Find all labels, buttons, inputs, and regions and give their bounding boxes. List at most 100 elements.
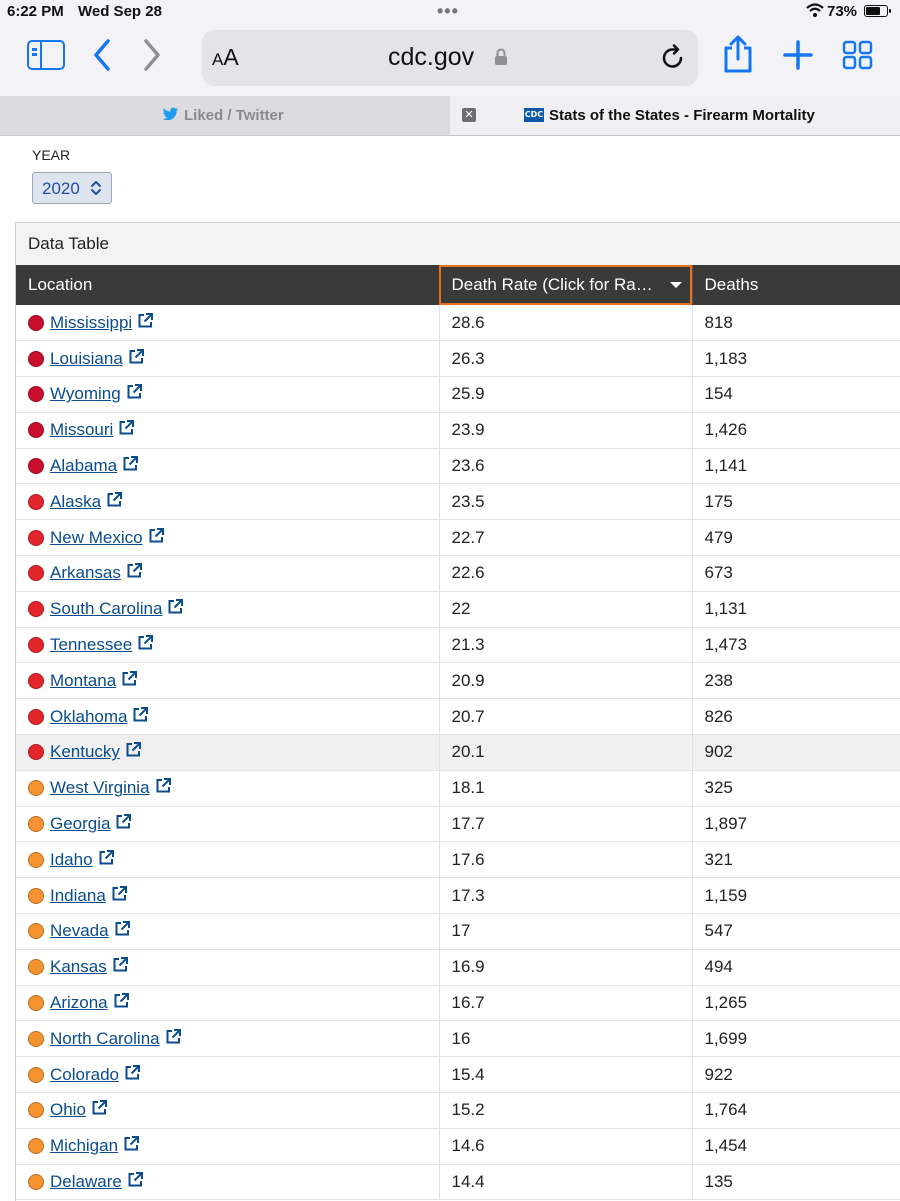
- location-link[interactable]: Arkansas: [50, 563, 121, 582]
- reload-icon[interactable]: [660, 43, 686, 76]
- year-filter-label: YEAR: [32, 147, 71, 163]
- location-link[interactable]: Ohio: [50, 1100, 86, 1119]
- location-link[interactable]: New Mexico: [50, 528, 143, 547]
- location-link[interactable]: Mississippi: [50, 313, 132, 332]
- cell-deaths: 479: [691, 519, 900, 557]
- cell-location: Georgia: [16, 806, 439, 843]
- data-table: Location Death Rate (Click for Ra… Death…: [16, 265, 900, 1201]
- external-link-icon[interactable]: [126, 383, 143, 405]
- cell-location: Oklahoma: [16, 698, 439, 736]
- tab-strip: Liked / Twitter ✕ CDC Stats of the State…: [0, 96, 900, 136]
- forward-button[interactable]: [142, 38, 162, 77]
- external-link-icon[interactable]: [114, 920, 131, 942]
- tab-twitter[interactable]: Liked / Twitter: [0, 96, 450, 135]
- external-link-icon[interactable]: [123, 1135, 140, 1157]
- external-link-icon[interactable]: [128, 348, 145, 370]
- cell-death-rate: 17.3: [438, 877, 692, 915]
- external-link-icon[interactable]: [112, 956, 129, 978]
- external-link-icon[interactable]: [106, 491, 123, 513]
- location-link[interactable]: Delaware: [50, 1172, 122, 1191]
- table-row: Oklahoma 20.7 826: [16, 698, 900, 736]
- rate-legend-dot-icon: [28, 1102, 44, 1119]
- column-header-location[interactable]: Location: [16, 265, 439, 305]
- external-link-icon[interactable]: [91, 1099, 108, 1121]
- external-link-icon[interactable]: [121, 670, 138, 692]
- location-link[interactable]: Nevada: [50, 921, 109, 940]
- address-bar[interactable]: AA cdc.gov: [202, 30, 698, 86]
- location-link[interactable]: Kansas: [50, 957, 107, 976]
- cell-location: Mississippi: [16, 305, 439, 342]
- table-row: Arizona 16.7 1,265: [16, 985, 900, 1022]
- location-link[interactable]: Louisiana: [50, 349, 123, 368]
- external-link-icon[interactable]: [137, 634, 154, 656]
- cell-deaths: 1,699: [691, 1020, 900, 1058]
- table-row: Louisiana 26.3 1,183: [16, 340, 900, 378]
- column-header-deaths[interactable]: Deaths: [691, 265, 900, 305]
- location-link[interactable]: North Carolina: [50, 1029, 160, 1048]
- new-tab-icon[interactable]: [783, 40, 813, 75]
- external-link-icon[interactable]: [113, 992, 130, 1014]
- share-icon[interactable]: [722, 34, 754, 79]
- external-link-icon[interactable]: [118, 419, 135, 441]
- location-link[interactable]: Alaska: [50, 492, 101, 511]
- table-row: Delaware 14.4 135: [16, 1164, 900, 1201]
- table-row: New Mexico 22.7 479: [16, 519, 900, 557]
- cell-death-rate: 16.7: [438, 985, 692, 1022]
- external-link-icon[interactable]: [126, 562, 143, 584]
- location-link[interactable]: Kentucky: [50, 742, 120, 761]
- location-link[interactable]: Oklahoma: [50, 707, 127, 726]
- table-row: Alabama 23.6 1,141: [16, 448, 900, 485]
- location-link[interactable]: Colorado: [50, 1065, 119, 1084]
- cell-death-rate: 22.6: [438, 555, 692, 592]
- external-link-icon[interactable]: [111, 885, 128, 907]
- external-link-icon[interactable]: [132, 706, 149, 728]
- external-link-icon[interactable]: [137, 312, 154, 334]
- cell-death-rate: 17: [438, 913, 692, 950]
- location-link[interactable]: West Virginia: [50, 778, 150, 797]
- external-link-icon[interactable]: [122, 455, 139, 477]
- location-link[interactable]: Arizona: [50, 993, 108, 1012]
- text-size-button[interactable]: AA: [212, 44, 239, 71]
- location-link[interactable]: Wyoming: [50, 384, 121, 403]
- tab-overview-icon[interactable]: [842, 40, 874, 75]
- location-link[interactable]: South Carolina: [50, 599, 162, 618]
- table-row: Missouri 23.9 1,426: [16, 412, 900, 449]
- external-link-icon[interactable]: [148, 527, 165, 549]
- external-link-icon[interactable]: [124, 1064, 141, 1086]
- table-row: Montana 20.9 238: [16, 662, 900, 700]
- cell-death-rate: 15.4: [438, 1056, 692, 1094]
- cell-deaths: 1,473: [691, 627, 900, 664]
- year-select[interactable]: 2020: [32, 172, 112, 204]
- sort-caret-icon: [669, 282, 682, 288]
- sidebar-toggle-icon[interactable]: [27, 40, 65, 70]
- external-link-icon[interactable]: [167, 598, 184, 620]
- location-link[interactable]: Alabama: [50, 456, 117, 475]
- column-header-death-rate[interactable]: Death Rate (Click for Ra…: [438, 265, 692, 305]
- location-link[interactable]: Missouri: [50, 420, 113, 439]
- external-link-icon[interactable]: [165, 1028, 182, 1050]
- location-link[interactable]: Georgia: [50, 814, 110, 833]
- cell-deaths: 1,131: [691, 591, 900, 628]
- status-time: 6:22 PM: [7, 3, 64, 20]
- location-link[interactable]: Michigan: [50, 1136, 118, 1155]
- tab-label: Stats of the States - Firearm Mortality: [549, 107, 815, 124]
- column-header-label: Death Rate (Click for Ra…: [451, 275, 653, 294]
- cell-death-rate: 21.3: [438, 627, 692, 664]
- twitter-bird-icon: [162, 107, 179, 126]
- location-link[interactable]: Indiana: [50, 886, 106, 905]
- location-link[interactable]: Idaho: [50, 850, 93, 869]
- rate-legend-dot-icon: [28, 672, 44, 689]
- multitasking-dots-icon[interactable]: •••: [437, 2, 459, 20]
- external-link-icon[interactable]: [155, 777, 172, 799]
- close-tab-icon[interactable]: ✕: [462, 108, 476, 122]
- location-link[interactable]: Montana: [50, 671, 116, 690]
- location-link[interactable]: Tennessee: [50, 635, 132, 654]
- back-button[interactable]: [92, 38, 112, 77]
- tab-cdc-firearm-mortality[interactable]: ✕ CDC Stats of the States - Firearm Mort…: [450, 96, 900, 135]
- external-link-icon[interactable]: [98, 849, 115, 871]
- table-row: Tennessee 21.3 1,473: [16, 627, 900, 664]
- external-link-icon[interactable]: [127, 1171, 144, 1193]
- external-link-icon[interactable]: [125, 741, 142, 763]
- table-row: Georgia 17.7 1,897: [16, 806, 900, 843]
- external-link-icon[interactable]: [115, 813, 132, 835]
